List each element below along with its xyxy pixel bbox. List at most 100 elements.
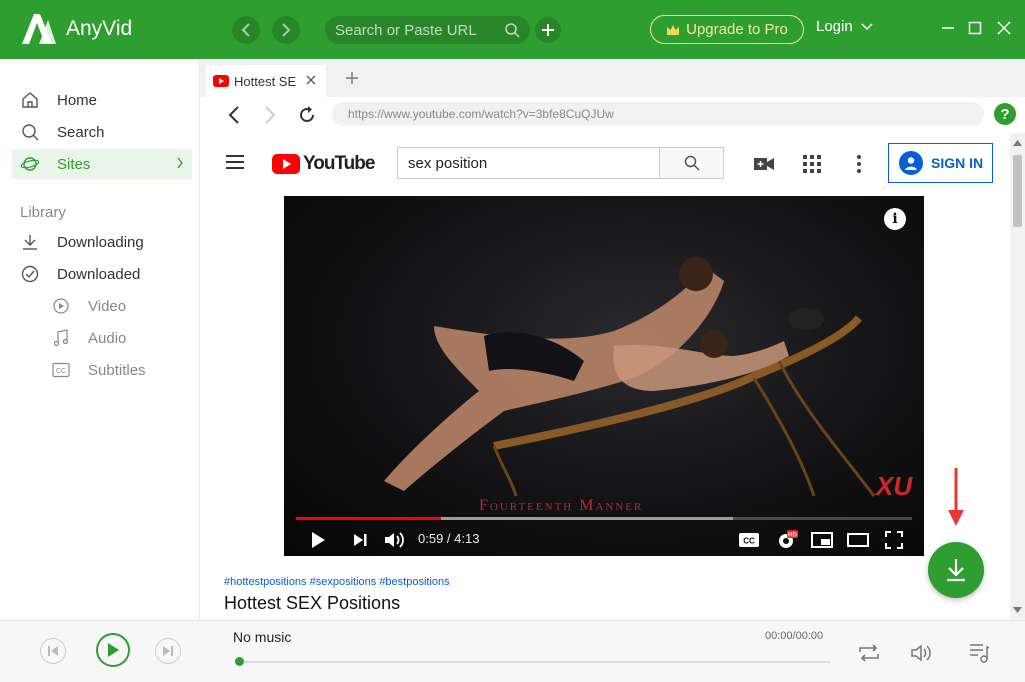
check-circle-icon <box>20 264 40 284</box>
info-icon[interactable]: i <box>884 208 906 230</box>
sidebar-item-sites[interactable]: Sites <box>12 149 192 179</box>
anyvid-logo-icon <box>22 14 56 44</box>
settings-gear-icon[interactable]: HD <box>774 527 800 553</box>
login-menu[interactable]: Login <box>816 18 873 35</box>
video-progress-bar[interactable] <box>296 517 912 520</box>
browser-forward-icon[interactable] <box>264 106 276 124</box>
youtube-logo[interactable]: YouTube <box>272 153 375 175</box>
sidebar-item-home[interactable]: Home <box>12 85 192 115</box>
svg-text:CC: CC <box>743 537 755 546</box>
apps-grid-icon[interactable] <box>801 153 823 175</box>
sidebar-item-label: Subtitles <box>88 361 146 379</box>
search-icon[interactable] <box>504 22 520 38</box>
browser-tab-bar: Hottest SE <box>200 59 1025 97</box>
music-player-bar: No music 00:00/00:00 <box>0 620 1025 682</box>
repeat-icon[interactable] <box>857 641 881 665</box>
new-tab-button[interactable] <box>345 65 359 91</box>
music-progress-bar[interactable] <box>239 661 831 663</box>
youtube-search-value: sex position <box>408 154 488 172</box>
next-icon[interactable] <box>347 527 373 553</box>
maximize-icon <box>968 21 982 35</box>
sign-in-button[interactable]: SIGN IN <box>888 143 993 183</box>
help-button[interactable]: ? <box>994 103 1016 125</box>
help-icon: ? <box>1000 105 1010 123</box>
music-progress-knob[interactable] <box>235 657 244 666</box>
sidebar-item-label: Video <box>88 297 127 315</box>
next-track-button[interactable] <box>155 638 181 664</box>
scroll-up-icon[interactable] <box>1013 140 1022 146</box>
browser-back-icon[interactable] <box>228 106 240 124</box>
previous-track-button[interactable] <box>40 638 66 664</box>
create-video-icon[interactable] <box>753 153 775 175</box>
video-hashtags[interactable]: #hottestpositions #sexpositions #bestpos… <box>224 576 450 588</box>
minimize-button[interactable] <box>938 18 958 38</box>
sidebar-item-label: Downloading <box>57 233 144 251</box>
home-icon <box>20 90 40 110</box>
svg-text:HD: HD <box>788 533 797 539</box>
reload-icon[interactable] <box>297 105 317 125</box>
address-field[interactable]: https://www.youtube.com/watch?v=3bfe8CuQ… <box>332 102 984 126</box>
plus-icon <box>346 72 358 84</box>
add-url-button[interactable] <box>535 17 561 43</box>
chevron-left-icon <box>241 23 250 37</box>
music-note-icon <box>52 329 70 347</box>
volume-icon[interactable] <box>382 527 408 553</box>
scroll-thumb[interactable] <box>1013 155 1022 227</box>
sidebar-item-subtitles[interactable]: CC Subtitles <box>52 358 146 382</box>
more-vertical-icon[interactable] <box>848 153 870 175</box>
search-icon <box>20 122 40 142</box>
youtube-search-input[interactable]: sex position <box>397 147 660 179</box>
app-name: AnyVid <box>66 17 133 40</box>
upgrade-button[interactable]: Upgrade to Pro <box>650 15 804 44</box>
video-player[interactable]: i Fourteenth Manner XU 0:59 / 4:13 CC HD <box>284 196 924 556</box>
close-window-button[interactable] <box>994 18 1014 38</box>
fullscreen-icon[interactable] <box>881 527 907 553</box>
playlist-icon[interactable] <box>967 641 991 665</box>
url-search-input[interactable]: Search or Paste URL <box>325 16 530 44</box>
forward-button[interactable] <box>272 16 300 44</box>
youtube-search-button[interactable] <box>659 147 724 179</box>
scroll-down-icon[interactable] <box>1013 607 1022 613</box>
maximize-button[interactable] <box>965 18 985 38</box>
download-icon <box>20 232 40 252</box>
upgrade-label: Upgrade to Pro <box>686 21 788 38</box>
app-logo: AnyVid <box>20 12 132 46</box>
browser-tab[interactable]: Hottest SE <box>206 65 326 97</box>
scrollbar[interactable] <box>1010 133 1025 620</box>
play-pause-button[interactable] <box>96 633 130 667</box>
web-view: YouTube sex position SIGN IN i Fourteent… <box>200 133 1010 620</box>
sidebar-item-downloaded[interactable]: Downloaded <box>12 259 192 289</box>
play-icon <box>108 643 119 657</box>
address-text: https://www.youtube.com/watch?v=3bfe8CuQ… <box>348 107 614 121</box>
now-playing-time: 00:00/00:00 <box>765 630 824 642</box>
minimize-icon <box>942 27 954 29</box>
chevron-down-icon <box>861 22 873 30</box>
video-controls: 0:59 / 4:13 CC HD <box>284 524 924 556</box>
hamburger-menu-icon[interactable] <box>226 155 244 169</box>
volume-icon[interactable] <box>911 641 935 665</box>
tab-title: Hottest SE <box>234 73 297 89</box>
play-icon[interactable] <box>305 527 331 553</box>
plus-icon <box>542 24 554 36</box>
video-title: Hottest SEX Positions <box>224 593 401 613</box>
sidebar-item-video[interactable]: Video <box>52 294 126 318</box>
sidebar-item-audio[interactable]: Audio <box>52 326 126 350</box>
miniplayer-icon[interactable] <box>809 527 835 553</box>
video-played-bar <box>296 517 441 520</box>
theater-mode-icon[interactable] <box>845 527 871 553</box>
play-circle-icon <box>52 297 70 315</box>
subtitles-cc-icon[interactable]: CC <box>736 527 762 553</box>
video-time: 0:59 / 4:13 <box>418 531 480 546</box>
video-watermark-logo: XU <box>876 471 913 501</box>
sidebar-item-search[interactable]: Search <box>12 117 192 147</box>
download-button[interactable] <box>928 542 984 598</box>
now-playing-title: No music <box>233 629 292 645</box>
sidebar-item-label: Search <box>57 123 105 141</box>
red-arrow-annotation-icon <box>948 468 964 526</box>
sidebar-item-downloading[interactable]: Downloading <box>12 227 192 257</box>
video-watermark-text: Fourteenth Manner <box>479 497 644 514</box>
back-button[interactable] <box>232 16 260 44</box>
download-icon <box>947 559 965 582</box>
chevron-right-icon <box>282 23 291 37</box>
close-tab-icon[interactable] <box>306 71 316 89</box>
